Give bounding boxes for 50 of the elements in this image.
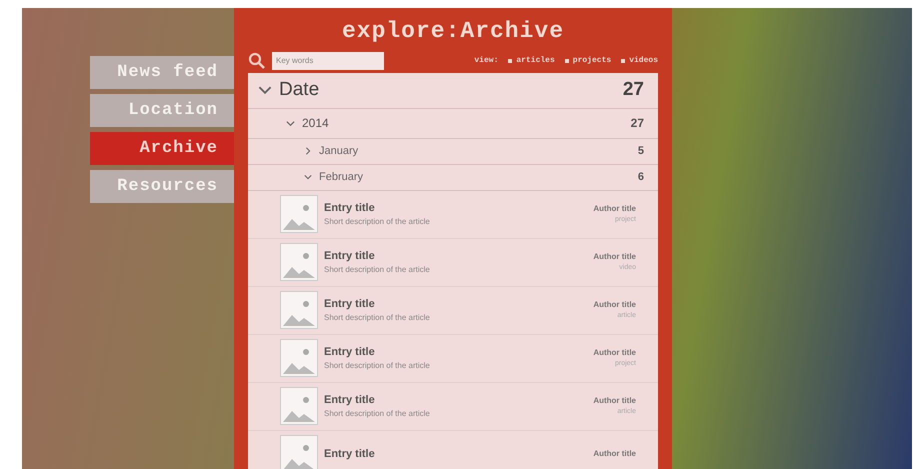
tree-label: Date xyxy=(279,78,320,102)
view-option[interactable]: videos xyxy=(629,54,658,66)
page-title: explore:Archive xyxy=(342,17,564,46)
tree-label: 2014 xyxy=(302,115,329,132)
entry-title: Entry title xyxy=(324,200,376,216)
square-bullet-icon xyxy=(564,58,569,62)
nav-item[interactable]: Archive xyxy=(90,132,234,165)
entry-title: Entry title xyxy=(324,392,376,408)
tree-row[interactable]: January 5 xyxy=(248,138,658,164)
image-placeholder-icon xyxy=(280,291,318,329)
entry-description: Short description of the article xyxy=(324,264,430,276)
entry-description: Short description of the article xyxy=(324,360,430,372)
tree-row[interactable]: 2014 27 xyxy=(248,108,658,138)
entry-description: Short description of the article xyxy=(324,216,430,228)
tree-count: 27 xyxy=(622,78,644,102)
image-placeholder-icon xyxy=(280,243,318,281)
search-field[interactable]: Key words xyxy=(272,52,384,70)
tree-count: 5 xyxy=(638,144,644,159)
view-option[interactable]: projects xyxy=(572,54,612,66)
tree-count: 27 xyxy=(630,115,644,132)
tree-row[interactable]: February 6 xyxy=(248,164,658,190)
image-placeholder-icon xyxy=(280,339,318,377)
entry-author: Author title xyxy=(593,346,636,359)
search-icon[interactable] xyxy=(248,52,266,70)
entry-title: Entry title xyxy=(324,344,376,360)
tree-label: February xyxy=(319,170,364,185)
entry-title: Entry title xyxy=(324,446,375,462)
entry-description: Short description of the article xyxy=(324,408,430,420)
entry-author: Author title xyxy=(593,250,636,263)
tree-count: 6 xyxy=(638,170,644,185)
view-option[interactable]: articles xyxy=(516,54,555,66)
image-placeholder-icon xyxy=(280,435,318,469)
view-label: view: xyxy=(474,54,498,66)
entry-description: Short description of the article xyxy=(324,312,430,324)
chevron-down-icon[interactable] xyxy=(304,173,312,181)
square-bullet-icon xyxy=(621,58,626,62)
image-placeholder-icon xyxy=(280,387,318,425)
entry-author: Author title xyxy=(593,202,636,215)
entry-title: Entry title xyxy=(324,248,376,264)
entry-author: Author title xyxy=(593,298,636,311)
entry-author: Author title xyxy=(593,448,636,460)
chevron-right-icon[interactable] xyxy=(304,147,312,155)
chevron-down-icon[interactable] xyxy=(286,118,295,128)
tree-label: January xyxy=(319,144,358,159)
image-placeholder-icon xyxy=(280,195,318,233)
entry-row[interactable]: Entry title Author title xyxy=(248,430,658,469)
square-bullet-icon xyxy=(508,58,512,62)
entry-title: Entry title xyxy=(324,296,376,312)
entry-author: Author title xyxy=(593,394,636,407)
tree-row[interactable]: Date 27 xyxy=(248,72,658,108)
